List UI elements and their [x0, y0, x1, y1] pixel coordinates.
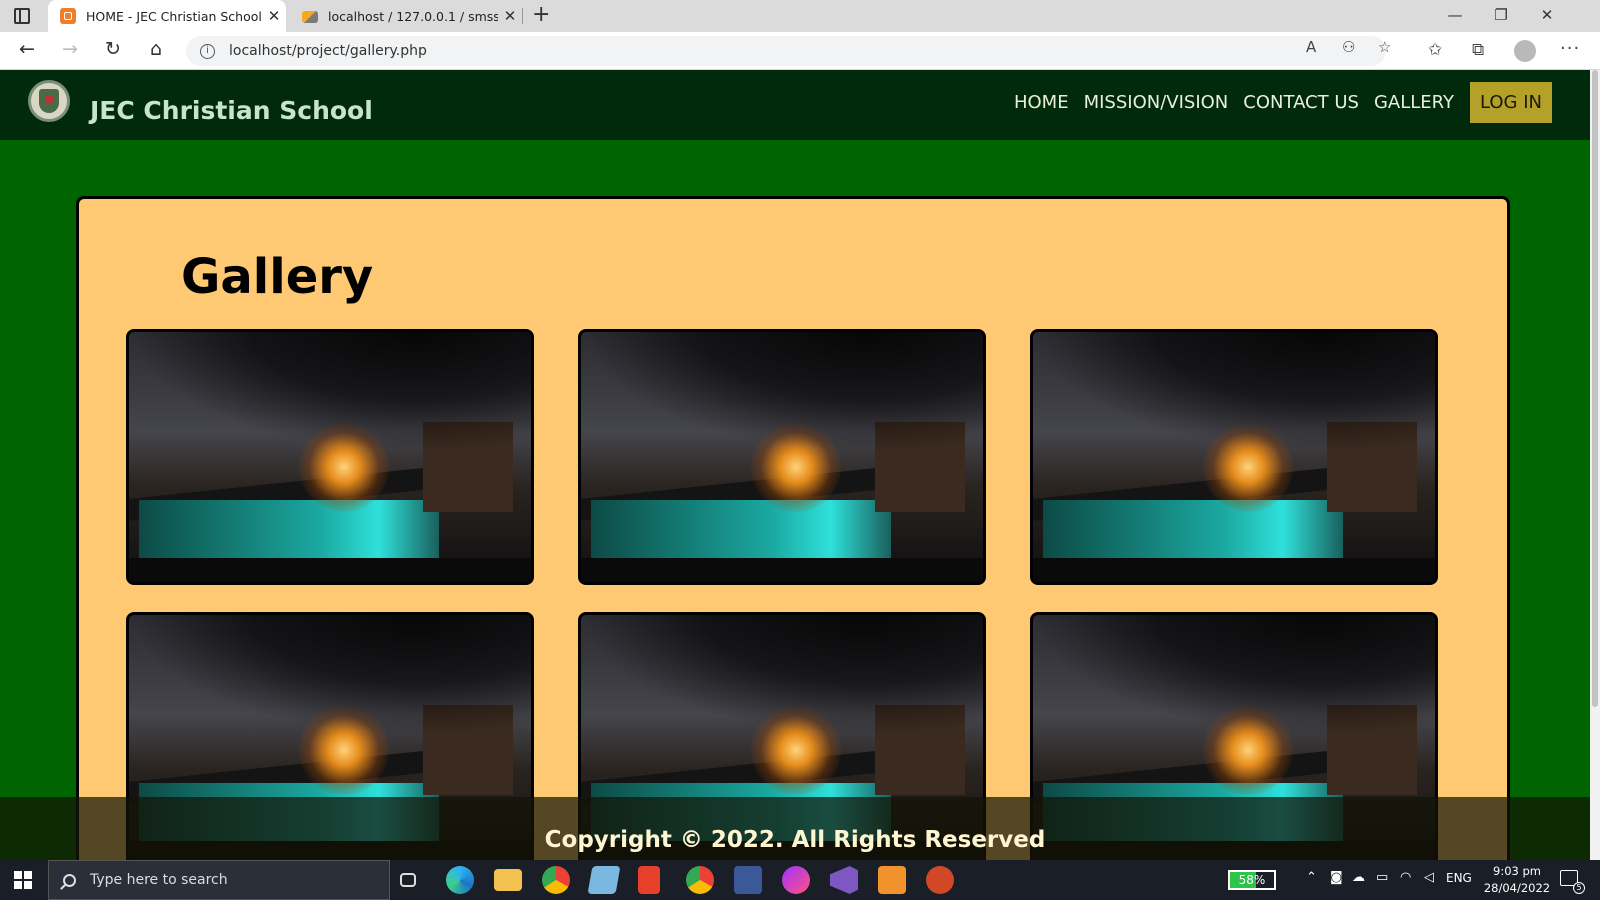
show-hidden-icons-icon[interactable]: ⌃ [1306, 870, 1317, 885]
battery-percent: 58% [1238, 873, 1266, 887]
task-view-icon[interactable] [400, 873, 416, 887]
nav-home[interactable]: HOME [1014, 92, 1069, 113]
nav-contact-us[interactable]: CONTACT US [1243, 92, 1359, 113]
office-icon[interactable] [638, 866, 660, 894]
tab-actions-icon[interactable] [14, 8, 30, 24]
search-placeholder[interactable]: Type here to search [90, 872, 228, 888]
back-icon[interactable]: ← [13, 38, 41, 60]
home-icon[interactable]: ⌂ [142, 38, 170, 60]
address-toolbar: ← → ↻ ⌂ i localhost/project/gallery.php … [0, 32, 1600, 70]
battery-indicator[interactable]: 58% [1228, 870, 1276, 890]
notepad-icon[interactable] [587, 866, 621, 894]
forward-icon[interactable]: → [56, 38, 84, 60]
nav-mission-vision[interactable]: MISSION/VISION [1084, 92, 1229, 113]
notification-count: 5 [1573, 882, 1585, 894]
more-options-icon[interactable]: ··· [1560, 38, 1580, 59]
tab-phpmyadmin[interactable]: localhost / 127.0.0.1 / smss / use ✕ [290, 0, 522, 32]
site-info-icon[interactable]: i [200, 43, 215, 59]
school-logo[interactable] [28, 80, 70, 122]
refresh-icon[interactable]: ↻ [99, 38, 127, 60]
powerpoint-icon[interactable] [926, 866, 954, 894]
add-favorite-icon[interactable]: ☆ [1378, 38, 1391, 56]
chrome-alt-icon[interactable] [686, 866, 714, 894]
meet-now-icon[interactable]: ◙ [1330, 870, 1343, 885]
close-window-icon[interactable]: ✕ [1524, 6, 1570, 24]
phpmyadmin-favicon-icon [302, 11, 318, 23]
browser-tab-strip: HOME - JEC Christian School ✕ localhost … [0, 0, 1600, 32]
chrome-icon[interactable] [542, 866, 570, 894]
wifi-icon[interactable]: ◠ [1400, 870, 1411, 885]
main-nav: HOME MISSION/VISION CONTACT US GALLERY L… [999, 82, 1552, 123]
close-tab-icon[interactable]: ✕ [498, 7, 522, 25]
page-title: Gallery [181, 249, 374, 305]
close-tab-icon[interactable]: ✕ [262, 7, 286, 25]
site-header: JEC Christian School HOME MISSION/VISION… [0, 70, 1590, 140]
tab-home[interactable]: HOME - JEC Christian School ✕ [48, 0, 286, 32]
minimize-icon[interactable]: — [1432, 6, 1478, 24]
onedrive-icon[interactable]: ☁ [1352, 870, 1365, 885]
language-indicator[interactable]: ENG [1446, 871, 1472, 885]
site-favicon-icon [60, 8, 76, 24]
profile-avatar[interactable] [1514, 40, 1536, 62]
file-explorer-icon[interactable] [494, 869, 522, 891]
sublime-text-icon[interactable] [878, 866, 906, 894]
address-bar[interactable]: i localhost/project/gallery.php [186, 36, 1386, 66]
gallery-photo[interactable] [1030, 329, 1438, 585]
nav-gallery[interactable]: GALLERY [1374, 92, 1454, 113]
messenger-icon[interactable] [782, 866, 810, 894]
tab-divider [522, 8, 523, 24]
favorites-icon[interactable]: ✩ [1428, 40, 1442, 60]
visual-studio-icon[interactable] [830, 866, 858, 894]
facebook-icon[interactable] [734, 866, 762, 894]
gallery-panel: Gallery [76, 196, 1510, 896]
site-title[interactable]: JEC Christian School [90, 96, 373, 125]
tab-title: localhost / 127.0.0.1 / smss / use [328, 8, 498, 24]
collections-icon[interactable]: ⧉ [1472, 40, 1484, 60]
windows-start-icon[interactable] [14, 871, 32, 889]
copyright-text: Copyright © 2022. All Rights Reserved [544, 827, 1046, 853]
url-text[interactable]: localhost/project/gallery.php [229, 43, 427, 59]
taskbar-search-box[interactable]: Type here to search [48, 860, 390, 900]
tab-title: HOME - JEC Christian School [86, 8, 262, 24]
read-aloud-icon[interactable]: A [1306, 38, 1316, 56]
restore-icon[interactable]: ❐ [1478, 6, 1524, 24]
clock-time: 9:03 pm [1493, 864, 1541, 878]
windows-taskbar: Type here to search 58% ⌃ ◙ ☁ ▭ ◠ ◁ ENG … [0, 860, 1600, 900]
new-tab-icon[interactable]: + [532, 2, 550, 27]
power-icon[interactable]: ▭ [1376, 870, 1388, 885]
site-footer: Copyright © 2022. All Rights Reserved [0, 797, 1590, 860]
edge-icon[interactable] [446, 866, 474, 894]
gallery-photo[interactable] [126, 329, 534, 585]
system-clock[interactable]: 9:03 pm 28/04/2022 [1482, 863, 1552, 897]
clock-date: 28/04/2022 [1483, 881, 1551, 895]
volume-icon[interactable]: ◁ [1424, 870, 1434, 885]
login-button[interactable]: LOG IN [1470, 82, 1552, 123]
gallery-photo[interactable] [578, 329, 986, 585]
scrollbar-thumb[interactable] [1592, 70, 1598, 707]
search-icon [63, 873, 76, 887]
extension-icon[interactable]: ⚇ [1342, 38, 1355, 56]
